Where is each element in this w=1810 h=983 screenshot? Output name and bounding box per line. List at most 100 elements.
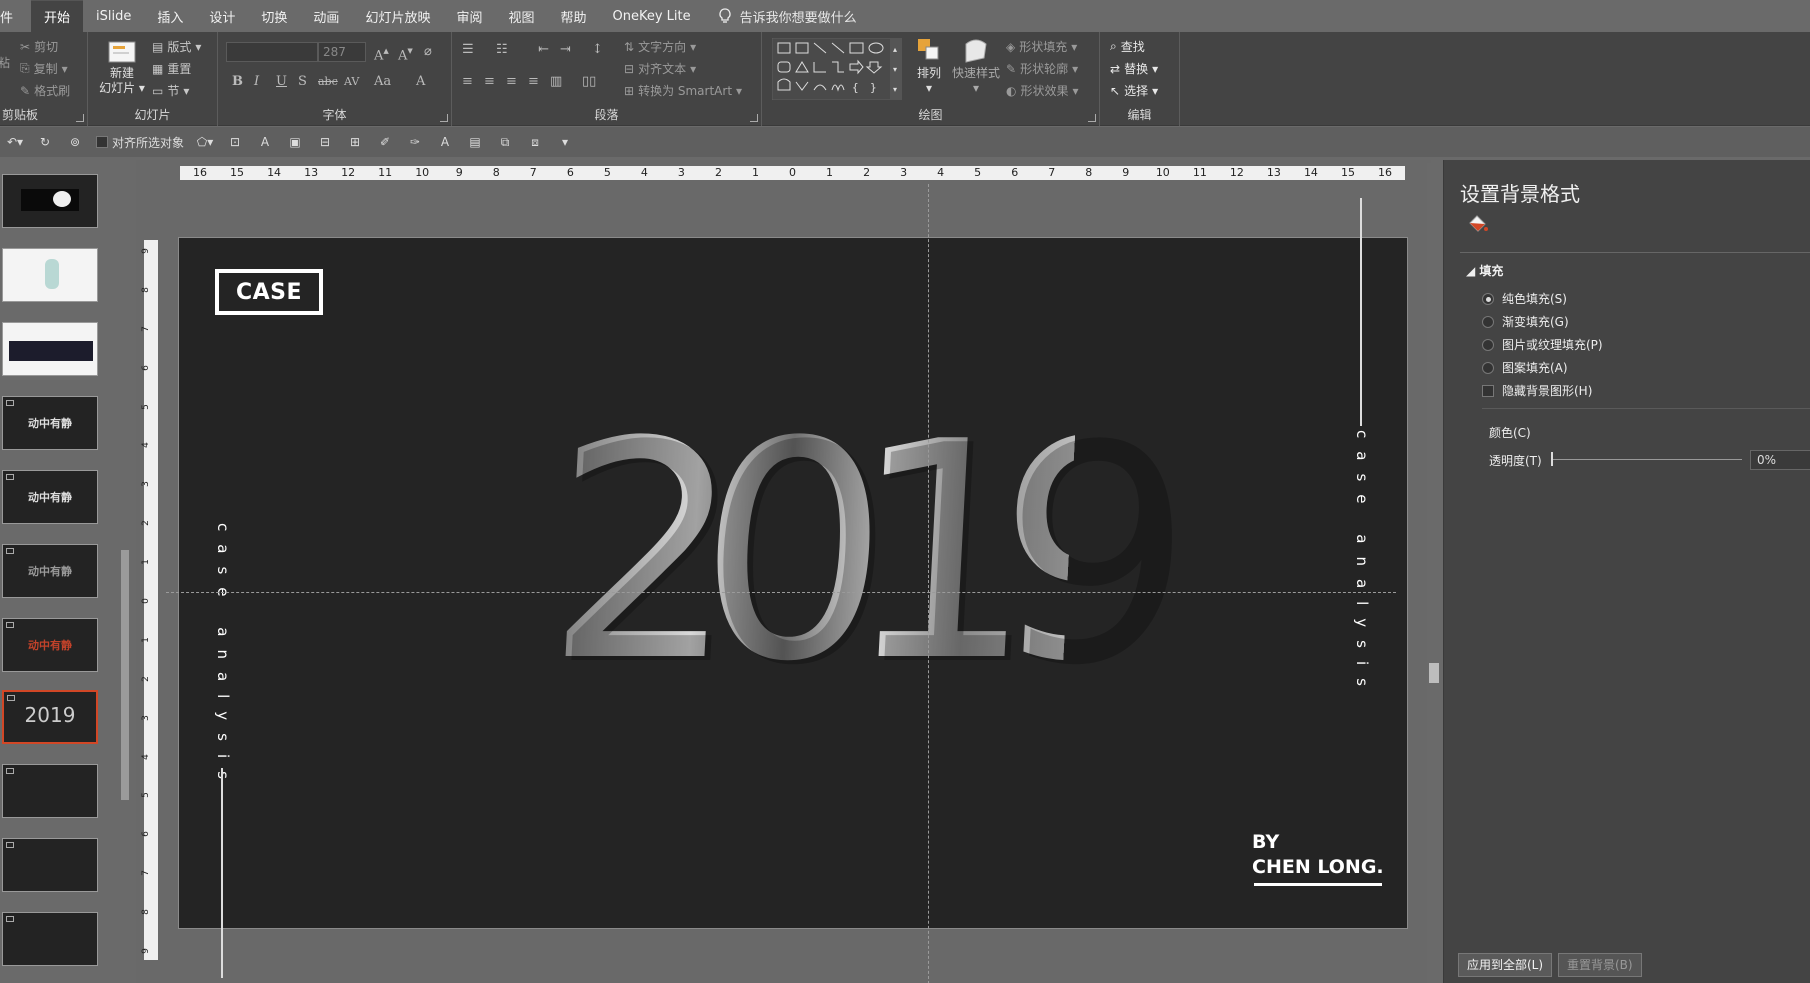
char-spacing-button[interactable]: AV — [344, 75, 359, 88]
slide-thumbnail-4[interactable]: 动中有静 — [2, 396, 98, 450]
distribute-icon[interactable]: ▥ — [550, 74, 562, 89]
ungroup-icon[interactable]: ⧈ — [526, 133, 544, 151]
shapes-gallery[interactable]: { } ▴ ▾ ▾ — [772, 38, 902, 100]
tab-view[interactable]: 视图 — [495, 0, 547, 32]
shrink-font-icon[interactable]: A▾ — [398, 44, 413, 63]
year-2019-text[interactable]: 2019 — [540, 378, 1154, 727]
left-vertical-text[interactable]: case analysis — [214, 523, 232, 792]
slide-thumbnail-5[interactable]: 动中有静 — [2, 470, 98, 524]
tab-animations[interactable]: 动画 — [300, 0, 352, 32]
tab-insert[interactable]: 插入 — [144, 0, 196, 32]
justify-icon[interactable]: ≡ — [528, 74, 539, 89]
columns-icon[interactable]: ▯▯ — [582, 74, 596, 89]
group-icon[interactable]: ⧉ — [496, 133, 514, 151]
shape-fill-button[interactable]: ◈ 形状填充 ▾ — [1006, 38, 1077, 55]
tab-design[interactable]: 设计 — [196, 0, 248, 32]
font-tool-icon[interactable]: A — [436, 133, 454, 151]
align-objects-icon[interactable]: ⊚ — [66, 133, 84, 151]
horizontal-guide[interactable] — [166, 592, 1396, 593]
replace-button[interactable]: ⇄ 替换 ▾ — [1110, 60, 1158, 77]
slide-thumbnail-9[interactable] — [2, 764, 98, 818]
italic-button[interactable]: I — [254, 74, 259, 89]
section-button[interactable]: ▭ 节 ▾ — [152, 82, 189, 99]
tab-file[interactable]: 件 — [0, 0, 31, 32]
thumbnail-scroll-thumb[interactable] — [121, 550, 129, 800]
quick-styles-button[interactable]: 快速样式 ▾ — [950, 36, 1002, 96]
font-size-box[interactable]: 287 — [318, 42, 366, 62]
tab-transitions[interactable]: 切换 — [248, 0, 300, 32]
slide-thumbnail-7[interactable]: 动中有静 — [2, 618, 98, 672]
apply-to-all-button[interactable]: 应用到全部(L) — [1458, 953, 1553, 977]
table-icon[interactable]: ⊟ — [316, 133, 334, 151]
shadow-button[interactable]: S — [298, 74, 307, 89]
transparency-slider-thumb[interactable] — [1551, 452, 1553, 466]
align-center-icon[interactable]: ≡ — [484, 74, 495, 89]
distribute-objects-icon[interactable]: ⊞ — [346, 133, 364, 151]
smartart-button[interactable]: ⊞ 转换为 SmartArt ▾ — [624, 82, 742, 99]
hide-background-graphics[interactable]: 隐藏背景图形(H) — [1482, 382, 1592, 399]
transparency-slider[interactable] — [1552, 459, 1742, 460]
eraser-icon[interactable]: ✐ — [376, 133, 394, 151]
solid-fill-option[interactable]: 纯色填充(S) — [1482, 290, 1567, 307]
underline-button[interactable]: U — [276, 74, 287, 89]
shape-effects-button[interactable]: ◐ 形状效果 ▾ — [1006, 82, 1079, 99]
shape-outline-button[interactable]: ✎ 形状轮廓 ▾ — [1006, 60, 1078, 77]
tab-home[interactable]: 开始 — [31, 0, 84, 32]
current-slide[interactable]: CASE case analysis case analysis 2019 BY… — [178, 198, 1408, 978]
reset-button[interactable]: ▦ 重置 — [152, 60, 191, 77]
strikethrough-button[interactable]: abc — [318, 75, 338, 88]
customize-qat-icon[interactable]: ▾ — [556, 133, 574, 151]
hide-graphics-checkbox[interactable] — [1482, 384, 1494, 397]
clear-format-icon[interactable]: ⌀ — [424, 44, 432, 59]
increase-indent-icon[interactable]: ⇥ — [560, 42, 571, 57]
font-launcher-icon[interactable] — [440, 114, 448, 122]
transparency-value[interactable]: 0% — [1750, 450, 1810, 470]
text-direction-button[interactable]: ⇅ 文字方向 ▾ — [624, 38, 696, 55]
redo-icon[interactable]: ↻ — [36, 133, 54, 151]
tab-help[interactable]: 帮助 — [547, 0, 599, 32]
canvas-scroll-thumb[interactable] — [1429, 663, 1439, 683]
grow-font-icon[interactable]: A▴ — [374, 44, 389, 63]
copy-button[interactable]: ⎘ 复制 ▾ — [20, 60, 68, 77]
format-painter-button[interactable]: ✎ 格式刷 — [20, 82, 70, 99]
tab-onekey[interactable]: OneKey Lite — [600, 0, 704, 32]
align-selected-toggle[interactable]: 对齐所选对象 — [96, 134, 184, 151]
slide-thumbnail-1[interactable] — [2, 174, 98, 228]
right-vertical-text[interactable]: case analysis — [1353, 430, 1371, 699]
slide-thumbnail-8[interactable]: 2019 — [2, 690, 98, 744]
tell-me-search[interactable]: 告诉我你想要做什么 — [704, 7, 857, 26]
save-icon[interactable]: ▤ — [466, 133, 484, 151]
arrange-button[interactable]: 排列 ▾ — [912, 36, 946, 96]
slide-thumbnail-10[interactable] — [2, 838, 98, 892]
case-label[interactable]: CASE — [215, 269, 323, 315]
new-slide-button[interactable]: 新建 幻灯片 ▾ — [96, 38, 148, 96]
picture-fill-option[interactable]: 图片或纹理填充(P) — [1482, 336, 1603, 353]
paint-bucket-icon[interactable] — [1466, 212, 1490, 236]
change-case-button[interactable]: Aa — [374, 74, 391, 89]
picture-fill-radio[interactable] — [1482, 338, 1494, 351]
drawing-launcher-icon[interactable] — [1088, 114, 1096, 122]
font-name-box[interactable] — [226, 42, 318, 62]
left-vertical-line[interactable] — [221, 768, 223, 978]
slide-thumbnail-2[interactable] — [2, 248, 98, 302]
clipboard-launcher-icon[interactable] — [76, 114, 84, 122]
paste-button[interactable]: 粘 — [0, 54, 10, 71]
paragraph-launcher-icon[interactable] — [750, 114, 758, 122]
right-vertical-line[interactable] — [1360, 198, 1362, 426]
layout-button[interactable]: ▤ 版式 ▾ — [152, 38, 201, 55]
slide-thumbnail-11[interactable] — [2, 912, 98, 966]
fill-section-header[interactable]: ◢ 填充 — [1466, 262, 1503, 279]
cut-button[interactable]: ✂ 剪切 — [20, 38, 58, 55]
vertical-guide[interactable] — [928, 184, 929, 983]
thumbnail-scrollbar[interactable] — [118, 160, 132, 983]
author-byline[interactable]: BY CHEN LONG. — [1252, 830, 1384, 880]
numbering-icon[interactable]: ☷ — [496, 42, 508, 57]
align-left-icon[interactable]: ≡ — [462, 74, 473, 89]
crop-icon[interactable]: ⊡ — [226, 133, 244, 151]
find-button[interactable]: ⌕ 查找 — [1110, 38, 1145, 55]
align-text-button[interactable]: ⊟ 对齐文本 ▾ — [624, 60, 696, 77]
decrease-indent-icon[interactable]: ⇤ — [538, 42, 549, 57]
tab-review[interactable]: 审阅 — [443, 0, 495, 32]
shape-tool-icon[interactable]: ⬠▾ — [196, 133, 214, 151]
align-selected-checkbox[interactable] — [96, 136, 108, 148]
